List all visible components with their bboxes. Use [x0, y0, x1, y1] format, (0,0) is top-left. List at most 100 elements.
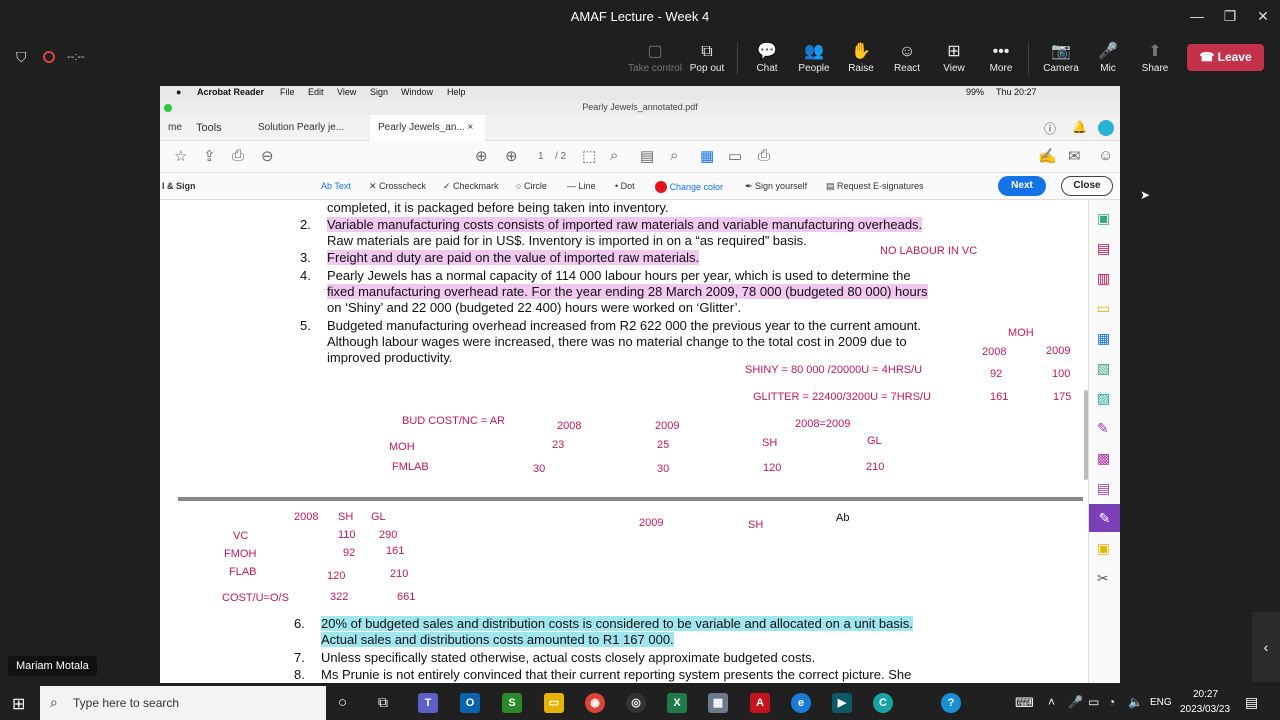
take-control-button[interactable]: ▢ Take control: [628, 41, 682, 74]
protect-icon[interactable]: ▩: [1097, 450, 1110, 467]
pop-out-button[interactable]: ⧉ Pop out: [680, 41, 734, 74]
acrobat-icon[interactable]: A: [750, 693, 770, 713]
language-indicator[interactable]: ENG: [1150, 697, 1172, 708]
page-down-icon[interactable]: ⊕: [505, 147, 518, 165]
menu-view[interactable]: View: [337, 87, 356, 97]
annotation[interactable]: MOH: [1008, 327, 1034, 339]
stamp-tool-icon[interactable]: ▣: [1097, 540, 1110, 557]
annotation[interactable]: 161: [990, 391, 1008, 403]
annotation[interactable]: GLITTER = 22400/3200U = 7HRS/U: [753, 391, 931, 403]
next-button[interactable]: Next: [998, 176, 1046, 196]
text-cursor[interactable]: Ab: [836, 512, 849, 524]
export-icon[interactable]: ▭: [728, 147, 742, 165]
export-pdf-icon[interactable]: ▥: [1097, 270, 1110, 287]
crosscheck-tool[interactable]: ✕ Crosscheck: [369, 181, 426, 192]
maximize-button[interactable]: ❐: [1215, 6, 1245, 26]
annotation[interactable]: 30: [657, 463, 669, 475]
annotation[interactable]: SH: [338, 511, 353, 523]
tab-pearly-jewels[interactable]: Pearly Jewels_an... ×: [370, 115, 485, 141]
annotation[interactable]: 161: [386, 545, 404, 557]
leave-button[interactable]: ☎ Leave: [1187, 44, 1264, 71]
bell-icon[interactable]: 🔔: [1072, 120, 1087, 134]
annotation[interactable]: 23: [552, 439, 564, 451]
annotation[interactable]: SH: [762, 437, 777, 449]
annotation[interactable]: 110: [338, 529, 356, 541]
avatar[interactable]: [1098, 120, 1114, 136]
chat-button[interactable]: 💬 Chat: [740, 41, 794, 74]
window-zoom-dot[interactable]: [164, 104, 172, 112]
outlook-icon[interactable]: O: [460, 693, 480, 713]
annotation[interactable]: BUD COST/NC = AR: [402, 415, 505, 427]
close-tab-icon[interactable]: ×: [468, 122, 474, 133]
annotation[interactable]: VC: [233, 530, 248, 542]
annotation[interactable]: 210: [390, 568, 408, 580]
excel-icon[interactable]: X: [667, 693, 687, 713]
scan-icon[interactable]: ▨: [1097, 390, 1110, 407]
menu-sign[interactable]: Sign: [370, 87, 388, 97]
share-button[interactable]: ⬆ Share: [1128, 41, 1182, 74]
annotation[interactable]: 120: [763, 462, 781, 474]
annotation[interactable]: 92: [343, 547, 355, 559]
react-button[interactable]: ☺ React: [880, 41, 934, 74]
menu-help[interactable]: Help: [447, 87, 466, 97]
mail-icon[interactable]: ✉: [1068, 147, 1081, 165]
collapse-panel-button[interactable]: ‹: [1252, 612, 1280, 682]
tab-solution[interactable]: Solution Pearly je...: [250, 115, 360, 141]
chevron-up-icon[interactable]: ˄: [1048, 695, 1055, 709]
sign-icon[interactable]: ✍: [1038, 147, 1057, 165]
minimize-button[interactable]: —: [1182, 6, 1212, 26]
menu-window[interactable]: Window: [401, 87, 433, 97]
search-input[interactable]: Type here to search: [73, 696, 179, 710]
combine-icon[interactable]: ▦: [1097, 330, 1110, 347]
annotation[interactable]: MOH: [389, 441, 415, 453]
keyboard-icon[interactable]: ⌨: [1015, 695, 1034, 711]
mic-button[interactable]: 🎤 Mic: [1081, 41, 1135, 74]
annotation[interactable]: 2009: [655, 420, 679, 432]
more-tools-icon[interactable]: ✂: [1097, 570, 1109, 587]
annotation[interactable]: 100: [1052, 368, 1070, 380]
page-number-input[interactable]: 1: [538, 151, 544, 162]
cortana-icon[interactable]: ○: [338, 694, 347, 711]
tab-home[interactable]: me: [160, 115, 190, 141]
app-s-icon[interactable]: S: [502, 693, 522, 713]
annotation[interactable]: 2009: [639, 517, 663, 529]
annotation[interactable]: NO LABOUR IN VC: [880, 245, 977, 257]
add-text-tool[interactable]: Ab Text: [321, 181, 351, 191]
annotation[interactable]: SH: [748, 519, 763, 531]
chrome-icon[interactable]: ◉: [585, 693, 605, 713]
zoom-out-icon[interactable]: ⊖: [261, 147, 274, 165]
annotation[interactable]: 322: [330, 591, 348, 603]
calculator-icon[interactable]: ▦: [708, 693, 728, 713]
menu-app[interactable]: Acrobat Reader: [197, 87, 264, 97]
star-icon[interactable]: ☆: [174, 147, 187, 165]
app-arrow-icon[interactable]: ▶: [832, 693, 852, 713]
annotation[interactable]: 2009: [1046, 345, 1070, 357]
more-button[interactable]: ••• More: [974, 41, 1028, 74]
zoom-icon[interactable]: ⌕: [610, 147, 618, 164]
edge-icon[interactable]: e: [791, 693, 811, 713]
annotation[interactable]: FMOH: [224, 548, 256, 560]
request-esignatures-tool[interactable]: ▤ Request E-signatures: [826, 181, 924, 192]
view-button[interactable]: ⊞ View: [927, 41, 981, 74]
fill-sign-icon[interactable]: ✎: [1097, 420, 1109, 437]
select-icon[interactable]: ⬚: [582, 147, 596, 165]
annotation[interactable]: 2008=2009: [795, 418, 850, 430]
volume-icon[interactable]: 🔈: [1128, 695, 1143, 709]
close-window-button[interactable]: ✕: [1248, 6, 1278, 26]
tab-tools[interactable]: Tools: [188, 115, 230, 141]
page-up-icon[interactable]: ⊕: [475, 147, 488, 165]
taskbar-time[interactable]: 20:27: [1193, 689, 1218, 700]
create-pdf-icon[interactable]: ▣: [1097, 210, 1110, 227]
apple-icon[interactable]: ●: [176, 87, 181, 97]
checkmark-tool[interactable]: ✓ Checkmark: [443, 181, 499, 192]
print-icon[interactable]: ⎙: [232, 147, 244, 164]
annotation[interactable]: 120: [327, 570, 345, 582]
close-button[interactable]: Close: [1061, 176, 1113, 196]
windows-start-icon[interactable]: ⊞: [12, 694, 25, 714]
annotation[interactable]: 25: [657, 439, 669, 451]
annotation[interactable]: SHINY = 80 000 /20000U = 4HRS/U: [745, 364, 922, 376]
annotation[interactable]: 2008: [982, 346, 1006, 358]
annotation[interactable]: 30: [533, 463, 545, 475]
compress-icon[interactable]: ▧: [1097, 360, 1110, 377]
mic-tray-icon[interactable]: 🎤: [1068, 695, 1083, 709]
